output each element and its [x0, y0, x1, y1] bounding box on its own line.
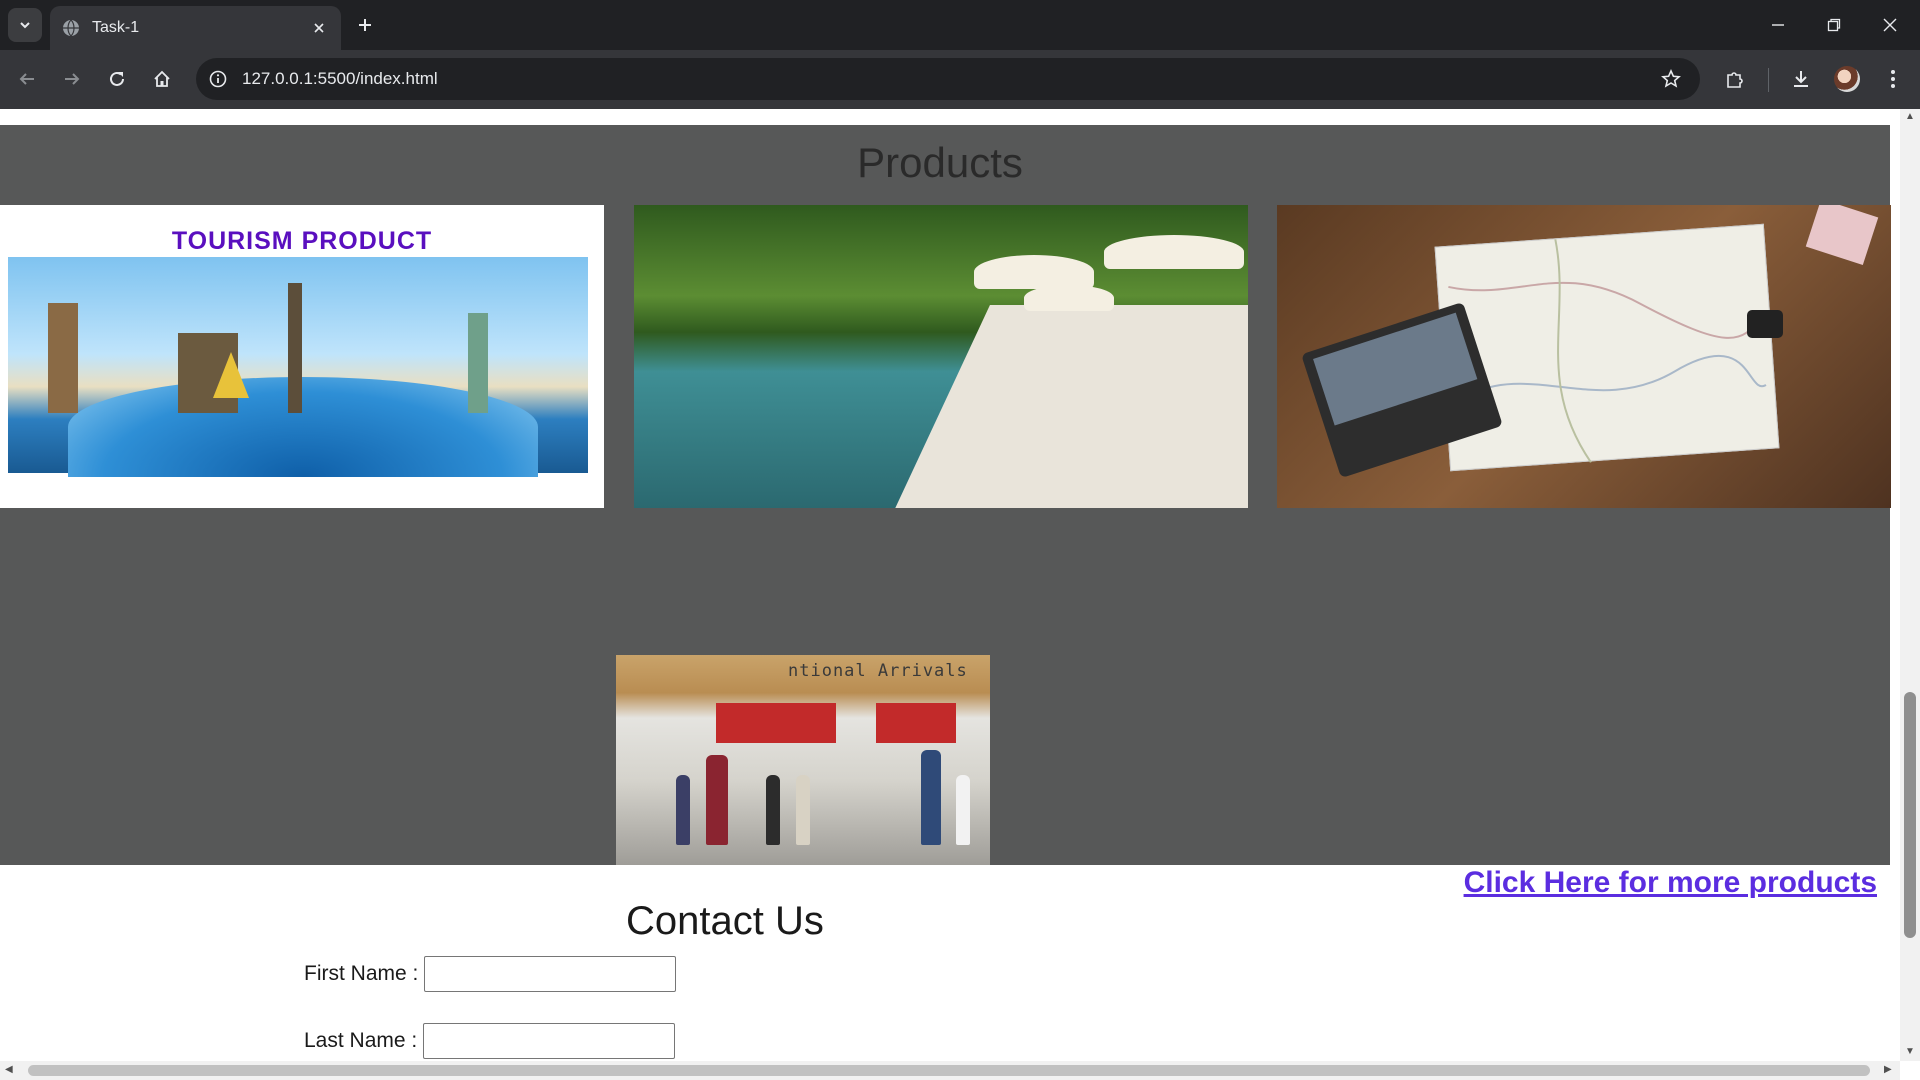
first-name-label: First Name :	[304, 962, 419, 985]
tower-shape	[48, 303, 78, 413]
statue-shape	[468, 313, 488, 413]
site-info-icon	[209, 70, 227, 88]
chevron-down-icon	[20, 22, 30, 29]
umbrella-shape	[1104, 235, 1244, 269]
address-bar[interactable]: 127.0.0.1:5500/index.html	[196, 58, 1700, 100]
last-name-label: Last Name :	[304, 1029, 418, 1052]
window-close-button[interactable]	[1862, 0, 1918, 50]
contact-heading: Contact Us	[626, 899, 824, 943]
vertical-scrollbar[interactable]: ▲ ▼	[1900, 109, 1920, 1061]
scroll-up-arrow-icon[interactable]: ▲	[1905, 111, 1915, 122]
map-routes	[1448, 239, 1767, 463]
menu-icon	[1891, 70, 1895, 88]
person-shape	[706, 755, 728, 845]
person-shape	[921, 750, 941, 845]
umbrella-shape	[974, 255, 1094, 289]
airport-arrivals-image: ntional Arrivals	[616, 655, 990, 865]
bookmark-button[interactable]	[1656, 64, 1686, 94]
person-shape	[956, 775, 970, 845]
extensions-icon	[1727, 72, 1743, 88]
camera-shape	[1747, 310, 1783, 338]
download-icon	[1794, 71, 1808, 87]
globe-icon	[63, 19, 79, 37]
download-button[interactable]	[1784, 62, 1818, 96]
umbrella-shape	[1024, 285, 1114, 311]
minimize-button[interactable]	[1750, 0, 1806, 50]
minimize-icon	[1772, 24, 1784, 26]
extensions-button[interactable]	[1718, 62, 1752, 96]
close-icon	[314, 23, 324, 33]
back-icon	[19, 73, 34, 85]
home-button[interactable]	[145, 62, 179, 96]
forward-button[interactable]	[55, 62, 89, 96]
site-info-button[interactable]	[206, 67, 230, 91]
laptop-screen	[1313, 312, 1478, 426]
pool-deck	[878, 305, 1248, 508]
back-button[interactable]	[10, 62, 44, 96]
forward-icon	[65, 73, 80, 85]
new-tab-button[interactable]	[352, 12, 378, 38]
arrivals-sign: ntional Arrivals	[788, 661, 968, 681]
scroll-down-arrow-icon[interactable]: ▼	[1905, 1046, 1915, 1057]
last-name-field[interactable]	[423, 1023, 676, 1059]
bookmark-star-icon	[1661, 69, 1681, 88]
home-icon	[154, 70, 170, 87]
last-name-row: Last Name :	[304, 1023, 676, 1059]
scroll-right-arrow-icon[interactable]: ▶	[1884, 1064, 1892, 1075]
person-shape	[676, 775, 690, 845]
tab-search-button[interactable]	[8, 8, 42, 42]
counter-shape	[876, 703, 956, 743]
products-section: Products TOURISM PRODUCT ntional Arrival…	[0, 125, 1891, 865]
browser-tab-bar: Task-1	[0, 0, 1920, 50]
plus-icon	[359, 19, 371, 31]
vertical-scroll-thumb[interactable]	[1904, 692, 1916, 938]
restore-icon	[1827, 18, 1841, 32]
browser-tab[interactable]: Task-1	[50, 6, 341, 50]
window-close-icon	[1883, 18, 1897, 32]
more-products-link[interactable]: Click Here for more products	[1464, 866, 1877, 900]
travel-planning-image	[1277, 205, 1891, 508]
landmarks-scene	[8, 257, 588, 477]
first-name-field[interactable]	[424, 956, 677, 992]
profile-avatar[interactable]	[1834, 66, 1860, 92]
url-text[interactable]: 127.0.0.1:5500/index.html	[242, 69, 1656, 89]
scroll-left-arrow-icon[interactable]: ◀	[5, 1064, 13, 1075]
sailboat-shape	[213, 352, 249, 398]
image-caption: TOURISM PRODUCT	[171, 227, 433, 255]
counter-shape	[716, 703, 836, 743]
products-heading: Products	[857, 139, 1023, 186]
tab-title: Task-1	[92, 19, 140, 36]
reload-button[interactable]	[100, 62, 134, 96]
horizontal-scrollbar[interactable]: ◀ ▶	[0, 1061, 1900, 1080]
person-shape	[796, 775, 810, 845]
first-name-row: First Name :	[304, 956, 677, 992]
tourism-product-image: TOURISM PRODUCT	[0, 205, 604, 508]
restore-button[interactable]	[1806, 0, 1862, 50]
page-viewport: Products TOURISM PRODUCT ntional Arrival…	[0, 109, 1900, 1061]
close-tab-button[interactable]	[309, 18, 329, 38]
horizontal-scroll-thumb[interactable]	[28, 1065, 1870, 1076]
eiffel-shape	[288, 283, 302, 413]
browser-toolbar: 127.0.0.1:5500/index.html	[0, 50, 1920, 109]
person-shape	[766, 775, 780, 845]
notebook-shape	[1805, 205, 1879, 266]
toolbar-separator	[1768, 68, 1769, 92]
reload-icon	[110, 71, 124, 86]
paper-map	[1434, 223, 1780, 472]
chrome-menu-button[interactable]	[1876, 62, 1910, 96]
resort-pool-image	[634, 205, 1248, 508]
